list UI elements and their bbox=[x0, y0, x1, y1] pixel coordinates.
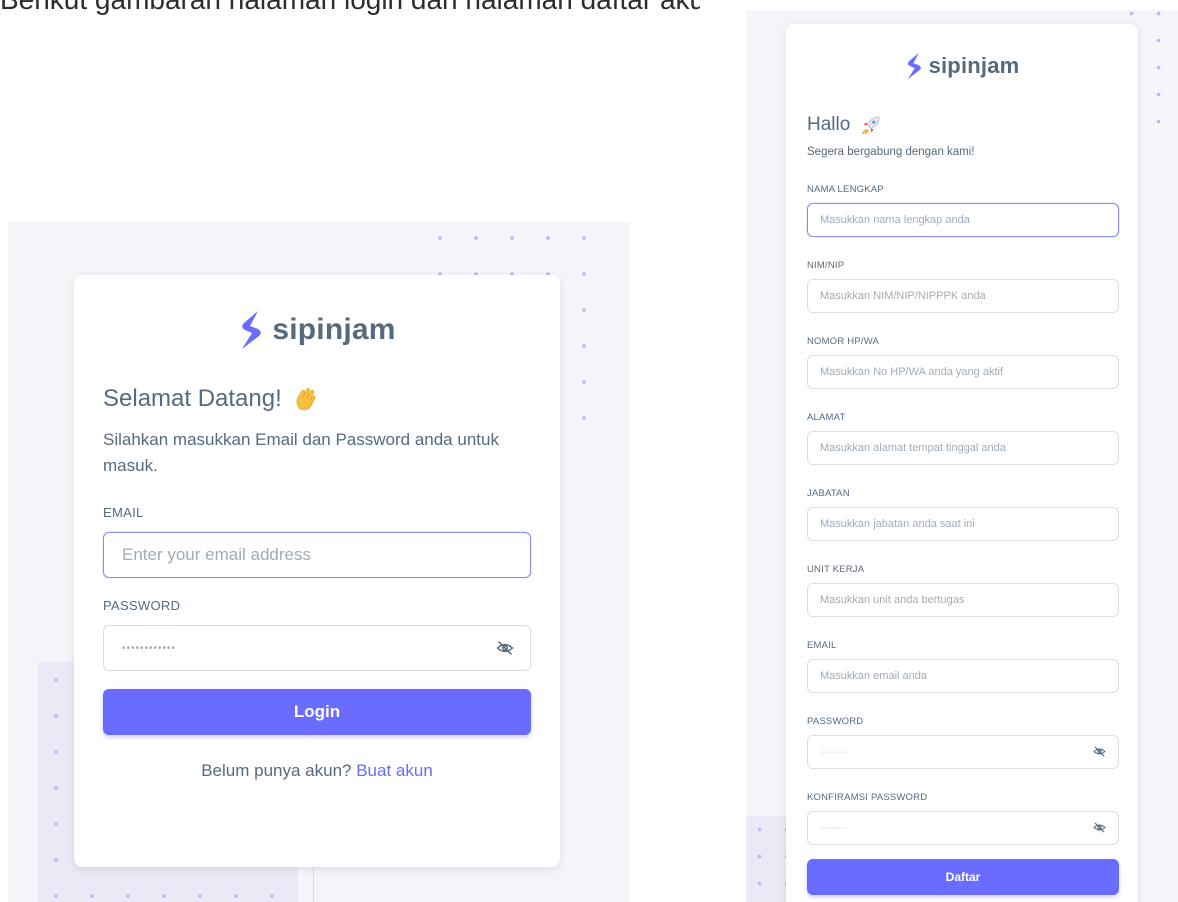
eye-off-icon[interactable] bbox=[496, 639, 514, 657]
register-prompt-text: Belum punya akun? bbox=[201, 761, 352, 780]
field-label: JABATAN bbox=[807, 488, 850, 499]
field-password: PASSWORD ············ bbox=[807, 716, 1119, 769]
welcome-heading: Selamat Datang! bbox=[103, 385, 560, 413]
field-placeholder: Masukkan NIM/NIP/NIPPPK anda bbox=[820, 290, 986, 302]
eye-off-icon[interactable] bbox=[1093, 821, 1106, 834]
field-label: PASSWORD bbox=[807, 716, 864, 727]
s-bolt-logo-icon bbox=[905, 51, 923, 81]
register-button[interactable]: Daftar bbox=[807, 859, 1119, 895]
brand: sipinjam bbox=[74, 303, 560, 357]
rocket-icon bbox=[860, 114, 882, 136]
field-placeholder: Masukkan alamat tempat tinggal anda bbox=[820, 442, 1006, 454]
register-heading: Hallo bbox=[807, 114, 1138, 136]
nim-nip-input[interactable]: Masukkan NIM/NIP/NIPPPK anda bbox=[807, 279, 1119, 313]
password-label: PASSWORD bbox=[103, 598, 181, 613]
field-label: EMAIL bbox=[807, 640, 837, 651]
register-prompt: Belum punya akun? Buat akun bbox=[74, 761, 560, 781]
waving-hand-icon bbox=[292, 385, 320, 413]
create-account-link[interactable]: Buat akun bbox=[356, 761, 433, 780]
field-label: ALAMAT bbox=[807, 412, 846, 423]
login-card: sipinjam Selamat Datang! Silahkan masukk… bbox=[74, 275, 560, 867]
login-subtitle: Silahkan masukkan Email dan Password and… bbox=[103, 430, 499, 475]
eye-off-icon[interactable] bbox=[1093, 745, 1106, 758]
register-page: sipinjam Hallo Segera bergabung dengan k… bbox=[746, 10, 1178, 902]
field-label: NOMOR HP/WA bbox=[807, 336, 880, 347]
address-input[interactable]: Masukkan alamat tempat tinggal anda bbox=[807, 431, 1119, 465]
field-confirm-password: KONFIRAMSI PASSWORD ············ bbox=[807, 792, 1119, 845]
register-subtitle: Segera bergabung dengan kami! bbox=[807, 146, 975, 158]
field-placeholder: Masukkan jabatan anda saat ini bbox=[820, 518, 975, 530]
field-placeholder: Masukkan unit anda bertugas bbox=[820, 594, 965, 606]
register-email-input[interactable]: Masukkan email anda bbox=[807, 659, 1119, 693]
login-button[interactable]: Login bbox=[103, 689, 531, 735]
register-card: sipinjam Hallo Segera bergabung dengan k… bbox=[786, 24, 1138, 902]
register-title: Hallo bbox=[807, 114, 851, 135]
login-page: sipinjam Selamat Datang! Silahkan masukk… bbox=[8, 222, 630, 902]
field-placeholder: ············ bbox=[820, 748, 848, 756]
field-label: NIM/NIP bbox=[807, 260, 845, 271]
field-label: NAMA LENGKAP bbox=[807, 184, 884, 195]
welcome-title: Selamat Datang! bbox=[103, 385, 282, 412]
field-placeholder: Masukkan email anda bbox=[820, 670, 928, 682]
field-email: EMAIL Masukkan email anda bbox=[807, 640, 1119, 693]
work-unit-input[interactable]: Masukkan unit anda bertugas bbox=[807, 583, 1119, 617]
email-placeholder: Enter your email address bbox=[122, 545, 311, 564]
field-label: KONFIRAMSI PASSWORD bbox=[807, 792, 928, 803]
field-placeholder: Masukkan No HP/WA anda yang aktif bbox=[820, 366, 1004, 378]
instruction-text: Berikut gambaran halaman login dan halam… bbox=[0, 0, 700, 16]
field-placeholder: Masukkan nama lengkap anda bbox=[820, 214, 970, 226]
field-phone: NOMOR HP/WA Masukkan No HP/WA anda yang … bbox=[807, 336, 1119, 389]
brand-name: sipinjam bbox=[272, 313, 396, 346]
email-input[interactable]: Enter your email address bbox=[103, 532, 531, 578]
field-position: JABATAN Masukkan jabatan anda saat ini bbox=[807, 488, 1119, 541]
brand: sipinjam bbox=[786, 46, 1138, 86]
confirm-password-input[interactable]: ············ bbox=[807, 811, 1119, 845]
field-work-unit: UNIT KERJA Masukkan unit anda bertugas bbox=[807, 564, 1119, 617]
email-label: EMAIL bbox=[103, 505, 144, 520]
field-label: UNIT KERJA bbox=[807, 564, 865, 575]
register-password-input[interactable]: ············ bbox=[807, 735, 1119, 769]
field-nim-nip: NIM/NIP Masukkan NIM/NIP/NIPPPK anda bbox=[807, 260, 1119, 313]
field-full-name: NAMA LENGKAP Masukkan nama lengkap anda bbox=[807, 184, 1119, 237]
full-name-input[interactable]: Masukkan nama lengkap anda bbox=[807, 203, 1119, 237]
s-bolt-logo-icon bbox=[238, 309, 264, 351]
password-input[interactable]: •••••••••••• bbox=[103, 625, 531, 671]
field-address: ALAMAT Masukkan alamat tempat tinggal an… bbox=[807, 412, 1119, 465]
position-input[interactable]: Masukkan jabatan anda saat ini bbox=[807, 507, 1119, 541]
field-placeholder: ············ bbox=[820, 824, 848, 832]
brand-name: sipinjam bbox=[928, 53, 1020, 78]
phone-input[interactable]: Masukkan No HP/WA anda yang aktif bbox=[807, 355, 1119, 389]
password-value: •••••••••••• bbox=[122, 642, 177, 654]
